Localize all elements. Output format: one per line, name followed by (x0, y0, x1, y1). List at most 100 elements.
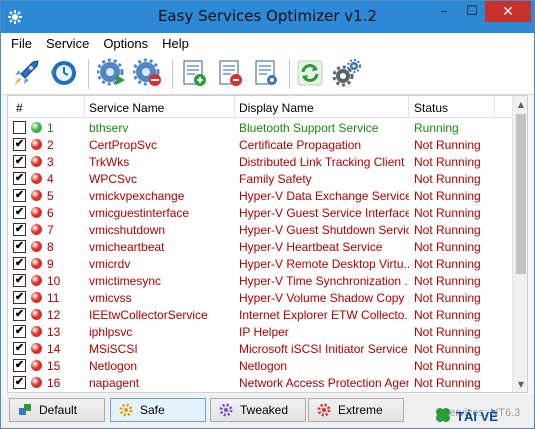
cell-display-name: Family Safety (239, 172, 312, 186)
table-row[interactable]: ✔ 16 napagent Network Access Protection Age… (8, 374, 512, 391)
close-button[interactable]: ✕ (485, 1, 531, 22)
table-row[interactable]: ✔ 13 iphlpsvc IP Helper Not Running (8, 323, 512, 340)
column-divider[interactable] (408, 96, 409, 118)
scroll-up-arrow-icon[interactable]: ▲ (513, 96, 527, 112)
start-service-button[interactable] (95, 57, 129, 91)
restore-button[interactable] (47, 57, 81, 91)
row-checkbox[interactable]: ✔ (13, 240, 26, 253)
cell-service-name: vmicvss (89, 291, 132, 305)
row-checkbox[interactable]: ✔ (13, 257, 26, 270)
app-window: Easy Services Optimizer v1.2 – ☐ ✕ File … (0, 0, 535, 429)
minimize-button[interactable]: – (431, 1, 457, 22)
row-checkbox[interactable]: ✔ (13, 155, 26, 168)
services-list[interactable]: # Service Name Display Name Status 1 bths… (7, 95, 528, 393)
column-divider[interactable] (234, 96, 235, 118)
row-checkbox[interactable]: ✔ (13, 138, 26, 151)
cell-display-name: Hyper-V Heartbeat Service (239, 240, 383, 254)
cell-number: 6 (47, 206, 54, 220)
add-to-list-button[interactable] (177, 57, 211, 91)
cell-number: 9 (47, 257, 54, 271)
menu-help[interactable]: Help (155, 36, 196, 51)
table-row[interactable]: ✔ 4 WPCSvc Family Safety Not Running (8, 170, 512, 187)
cell-number: 1 (47, 121, 54, 135)
rocket-optimize-icon (11, 58, 41, 91)
cell-display-name: IP Helper (239, 325, 289, 339)
maximize-button[interactable]: ☐ (459, 1, 485, 22)
cell-number: 14 (47, 342, 61, 356)
col-header-service-name[interactable]: Service Name (89, 101, 164, 115)
optimize-button[interactable] (9, 57, 43, 91)
stop-service-button[interactable] (131, 57, 165, 91)
column-divider[interactable] (84, 96, 85, 118)
menu-service[interactable]: Service (39, 36, 96, 51)
table-row[interactable]: ✔ 8 vmicheartbeat Hyper-V Heartbeat Service… (8, 238, 512, 255)
table-row[interactable]: ✔ 3 TrkWks Distributed Link Tracking Client… (8, 153, 512, 170)
row-checkbox[interactable]: ✔ (13, 376, 26, 389)
add-list-icon (179, 58, 209, 91)
cell-status: Not Running (414, 155, 481, 169)
stop-service-icon (132, 58, 163, 91)
settings-button[interactable] (329, 57, 363, 91)
table-row[interactable]: 1 bthserv Bluetooth Support Service Running (8, 119, 512, 136)
table-row[interactable]: ✔ 14 MSiSCSI Microsoft iSCSI Initiator Serv… (8, 340, 512, 357)
row-checkbox[interactable]: ✔ (13, 308, 26, 321)
list-settings-icon (251, 58, 281, 91)
col-header-display-name[interactable]: Display Name (239, 101, 314, 115)
cell-status: Not Running (414, 308, 481, 322)
col-header-number[interactable]: # (16, 101, 23, 115)
row-checkbox[interactable]: ✔ (13, 291, 26, 304)
row-checkbox[interactable]: ✔ (13, 325, 26, 338)
cell-number: 13 (47, 325, 61, 339)
table-row[interactable]: ✔ 11 vmicvss Hyper-V Volume Shadow Copy ...… (8, 289, 512, 306)
table-row[interactable]: ✔ 9 vmicrdv Hyper-V Remote Desktop Virtu...… (8, 255, 512, 272)
row-checkbox[interactable]: ✔ (13, 172, 26, 185)
cell-service-name: Netlogon (89, 359, 138, 373)
table-row[interactable]: ✔ 12 IEEtwCollectorService Internet Explore… (8, 306, 512, 323)
refresh-button[interactable] (293, 57, 327, 91)
row-checkbox[interactable]: ✔ (13, 223, 26, 236)
row-checkbox[interactable]: ✔ (13, 342, 26, 355)
stopped-status-icon (31, 258, 42, 269)
cell-service-name: WPCSvc (89, 172, 137, 186)
row-checkbox[interactable] (13, 121, 26, 134)
cell-number: 16 (47, 376, 61, 390)
stopped-status-icon (31, 207, 42, 218)
toolbar-separator (88, 59, 89, 89)
preset-safe-button[interactable]: Safe (110, 398, 206, 422)
col-header-status[interactable]: Status (414, 101, 448, 115)
extreme-preset-icon (316, 402, 332, 418)
table-row[interactable]: ✔ 10 vmictimesync Hyper-V Time Synchronizat… (8, 272, 512, 289)
vertical-scrollbar[interactable]: ▲ ▼ (512, 96, 527, 392)
table-row[interactable]: ✔ 6 vmicguestinterface Hyper-V Guest Servic… (8, 204, 512, 221)
cell-service-name: bthserv (89, 121, 129, 135)
cell-number: 10 (47, 274, 61, 288)
row-checkbox[interactable]: ✔ (13, 206, 26, 219)
settings-gears-icon (331, 58, 361, 91)
row-checkbox[interactable]: ✔ (13, 189, 26, 202)
row-checkbox[interactable]: ✔ (13, 274, 26, 287)
clover-logo-icon (434, 406, 452, 427)
remove-from-list-button[interactable] (213, 57, 247, 91)
list-settings-button[interactable] (249, 57, 283, 91)
preset-safe-label: Safe (140, 403, 165, 417)
table-row[interactable]: ✔ 15 Netlogon Netlogon Not Running (8, 357, 512, 374)
cell-number: 8 (47, 240, 54, 254)
menu-options[interactable]: Options (96, 36, 155, 51)
stopped-status-icon (31, 292, 42, 303)
preset-extreme-button[interactable]: Extreme (308, 398, 404, 422)
column-divider[interactable] (494, 96, 495, 118)
table-row[interactable]: ✔ 7 vmicshutdown Hyper-V Guest Shutdown Ser… (8, 221, 512, 238)
row-checkbox[interactable]: ✔ (13, 359, 26, 372)
cell-display-name: Hyper-V Remote Desktop Virtu... (239, 257, 409, 271)
scroll-thumb[interactable] (516, 114, 526, 274)
scroll-down-arrow-icon[interactable]: ▼ (513, 376, 527, 392)
menu-file[interactable]: File (1, 36, 39, 51)
cell-display-name: Microsoft iSCSI Initiator Service (239, 342, 408, 356)
cell-number: 15 (47, 359, 61, 373)
preset-tweaked-button[interactable]: Tweaked (210, 398, 306, 422)
table-row[interactable]: ✔ 5 vmickvpexchange Hyper-V Data Exchange S… (8, 187, 512, 204)
preset-default-button[interactable]: Default (9, 398, 105, 422)
cell-service-name: iphlpsvc (89, 325, 133, 339)
table-row[interactable]: ✔ 2 CertPropSvc Certificate Propagation Not … (8, 136, 512, 153)
stopped-status-icon (31, 275, 42, 286)
